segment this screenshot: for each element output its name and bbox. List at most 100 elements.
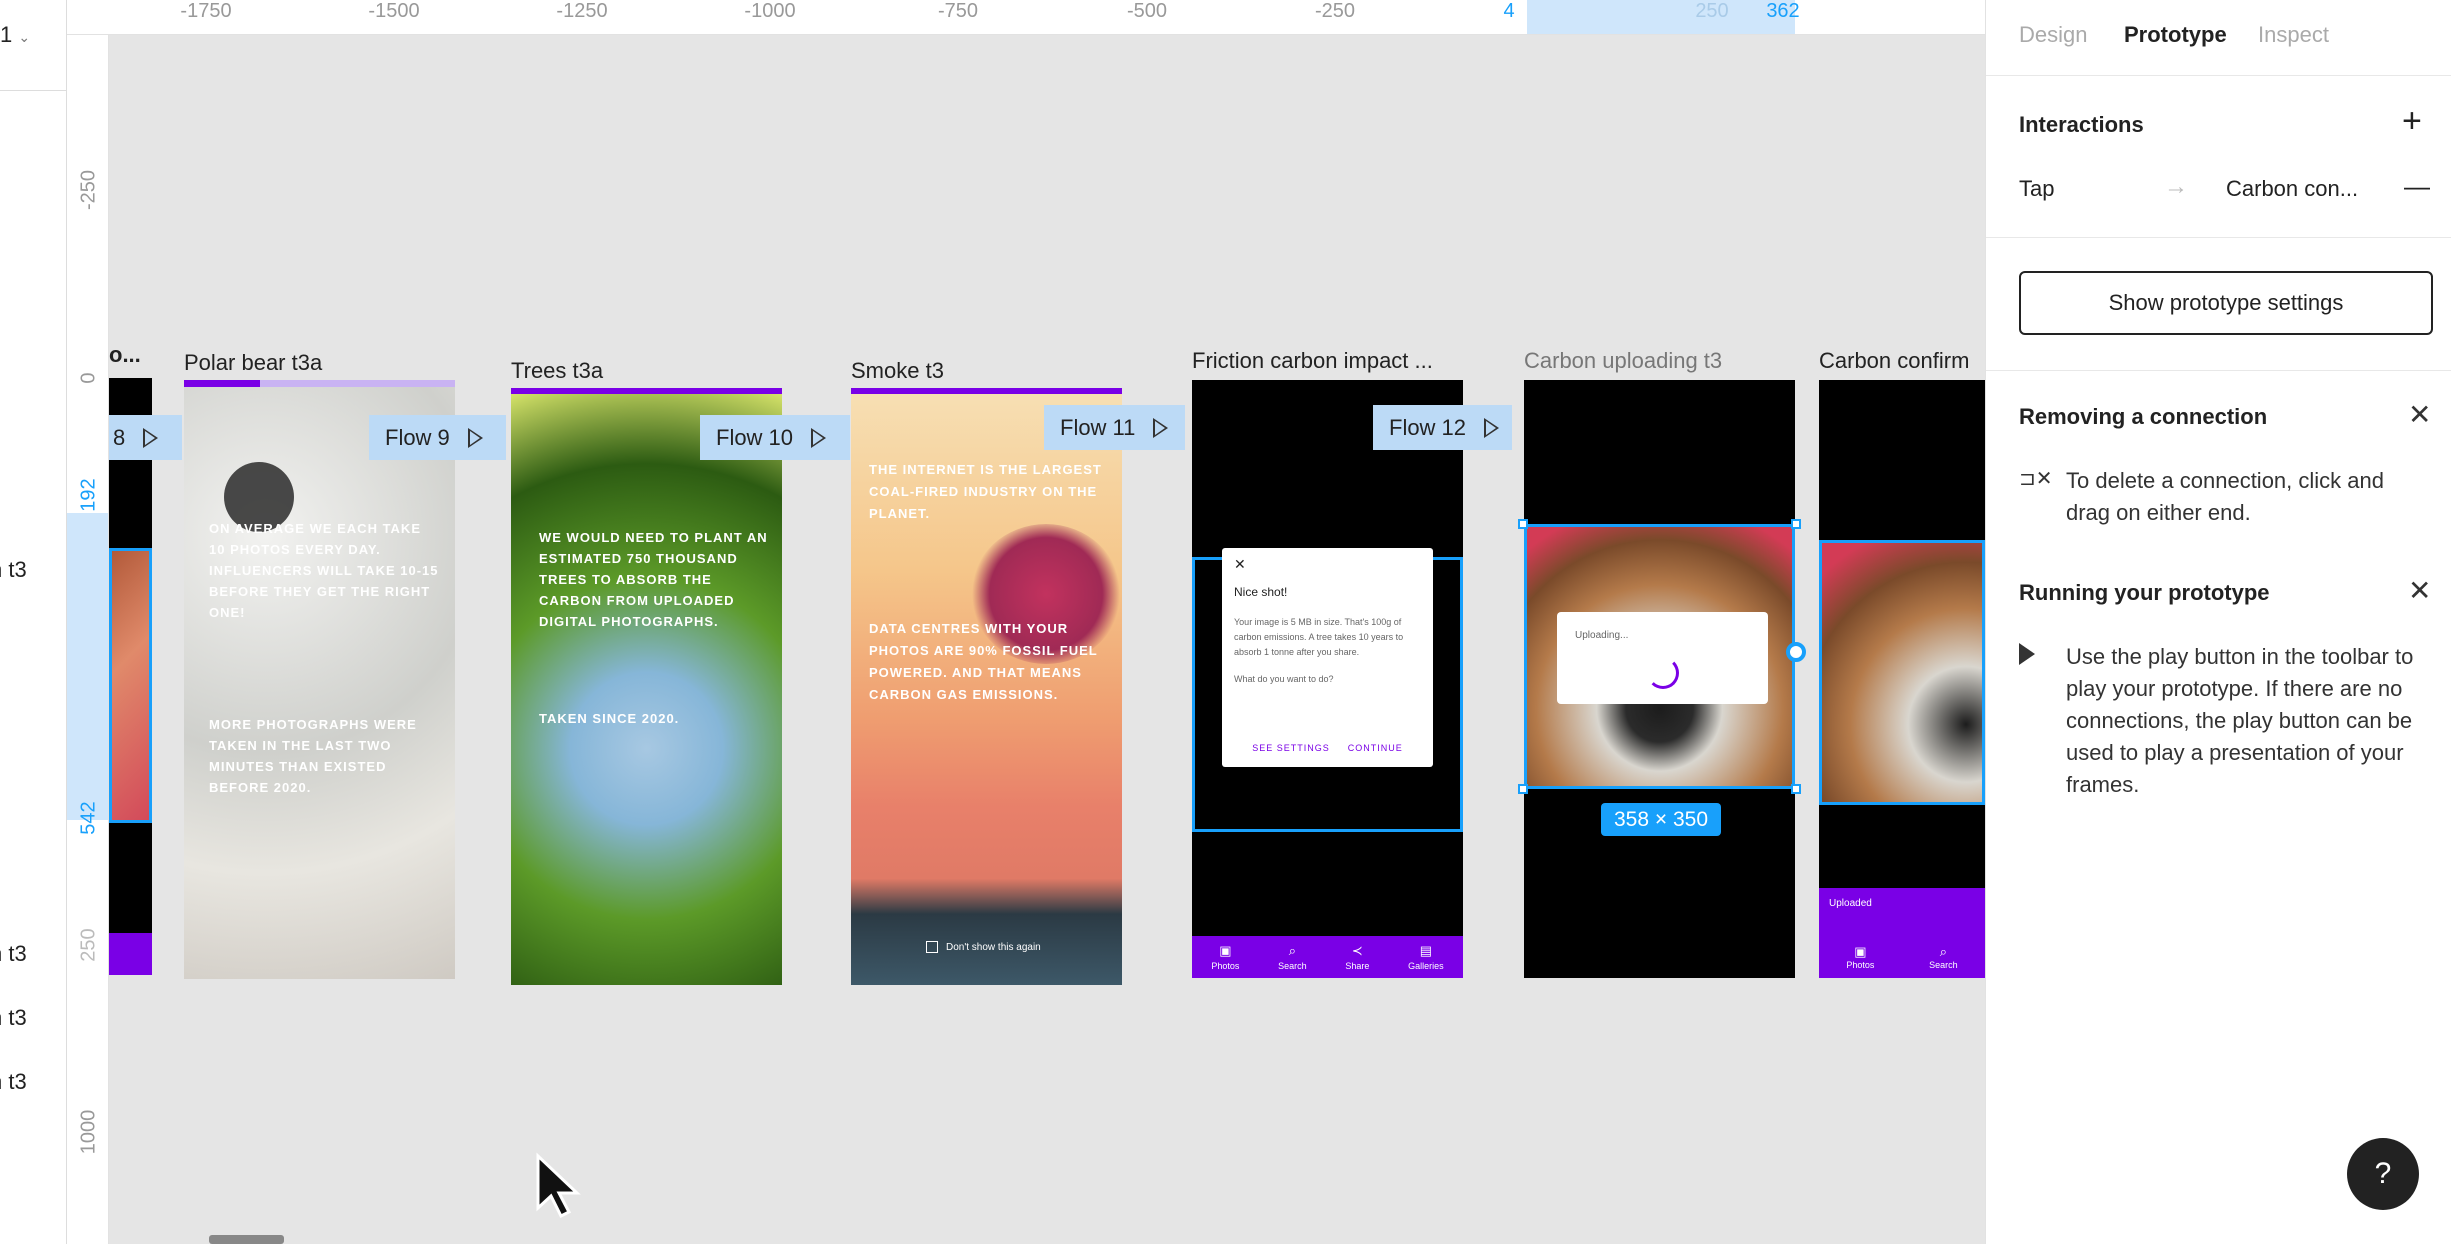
frame-friction[interactable]: ✕ Nice shot! Your image is 5 MB in size.…	[1192, 380, 1463, 978]
progress-bar	[184, 380, 455, 387]
tab-prototype[interactable]: Prototype	[2124, 22, 2227, 48]
remove-icon[interactable]: —	[2404, 171, 2430, 202]
tab-design[interactable]: Design	[2019, 22, 2087, 48]
add-icon[interactable]: +	[2402, 102, 2422, 141]
canvas[interactable]: o... 8 Polar bear t3a On average we each…	[109, 35, 1985, 1244]
play-icon[interactable]	[1484, 417, 1500, 438]
ruler-label: 250	[77, 928, 100, 962]
play-icon	[2019, 643, 2035, 665]
tab-inspect[interactable]: Inspect	[2258, 22, 2329, 48]
flow-label[interactable]: Flow 11	[1044, 405, 1185, 450]
flow-label[interactable]: Flow 12	[1373, 405, 1512, 450]
cursor-icon	[536, 1152, 581, 1219]
ruler-selection-end: 542	[77, 801, 100, 835]
uploaded-banner: Uploaded	[1819, 888, 1985, 936]
interaction-row[interactable]: Tap → Carbon con... —	[1986, 168, 2451, 208]
divider	[1986, 75, 2451, 76]
ruler-label: -1500	[368, 0, 420, 22]
frame-confirm[interactable]: Uploaded ▣ Photos ⌕ Search	[1819, 380, 1985, 978]
nav-photos[interactable]: ▣ Photos	[1846, 944, 1874, 970]
checkbox-icon[interactable]	[926, 941, 938, 953]
nav-galleries[interactable]: ▤ Galleries	[1408, 943, 1444, 971]
navbar: ▣ Photos ⌕ Search	[1819, 936, 1985, 978]
layer-item[interactable]: n t3	[0, 557, 27, 583]
divider	[1986, 237, 2451, 238]
play-icon[interactable]	[811, 427, 827, 448]
flow-label[interactable]: Flow 10	[700, 415, 850, 460]
connection-handle[interactable]	[1786, 642, 1806, 662]
dialog-question: What do you want to do?	[1234, 674, 1334, 684]
page-selector[interactable]: 1 ⌄	[0, 22, 30, 48]
search-icon: ⌕	[1288, 943, 1297, 958]
frame-title[interactable]: Carbon confirm	[1819, 348, 1969, 374]
removing-connection-text: To delete a connection, click and drag o…	[2066, 468, 2384, 525]
ruler-label: -750	[937, 0, 979, 22]
layers-panel: 1 ⌄ n t3 n t3 n t3 n t3	[0, 0, 67, 1244]
scrollbar[interactable]	[209, 1235, 284, 1244]
removing-connection-title: Removing a connection	[2019, 404, 2268, 429]
divider	[1986, 370, 2451, 371]
page-number: 1	[0, 22, 13, 47]
dog-photo	[1819, 540, 1985, 805]
fact-text: Taken since 2020.	[539, 711, 680, 726]
dialog-body: Your image is 5 MB in size. That's 100g …	[1234, 617, 1404, 657]
running-prototype-title: Running your prototype	[2019, 580, 2270, 605]
ruler-label: -500	[1126, 0, 1168, 22]
flow-name: Flow 12	[1389, 414, 1467, 440]
layer-item[interactable]: n t3	[0, 1005, 27, 1031]
dont-show-checkbox[interactable]: Don't show this again	[926, 941, 1041, 953]
help-button[interactable]: ?	[2347, 1138, 2419, 1210]
frame-trees[interactable]: We would need to plant an estimated 750 …	[511, 394, 782, 985]
frame-title[interactable]: Trees t3a	[511, 358, 603, 384]
layer-item[interactable]: n t3	[0, 1069, 27, 1095]
flow-name: Flow 11	[1060, 414, 1136, 440]
frame-title[interactable]: Friction carbon impact ...	[1192, 348, 1433, 374]
arrow-right-icon: →	[2164, 173, 2188, 200]
frame-title[interactable]: o...	[109, 342, 141, 368]
flow-name: 8	[113, 424, 126, 450]
nav-photos[interactable]: ▣ Photos	[1211, 943, 1239, 971]
dialog-title: Nice shot!	[1234, 585, 1288, 599]
selected-dog-photo[interactable]: Uploading...	[1524, 524, 1795, 789]
flow-label[interactable]: Flow 9	[369, 415, 506, 460]
trigger-label[interactable]: Tap	[2019, 176, 2054, 202]
uploaded-label: Uploaded	[1829, 898, 1872, 909]
frame-polar-bear[interactable]: On average we each take 10 photos every …	[184, 387, 455, 979]
frame-title[interactable]: Polar bear t3a	[184, 350, 322, 376]
frame-title[interactable]: Carbon uploading t3	[1524, 348, 1722, 374]
ruler-label: 1000	[77, 1109, 100, 1155]
flow-name: Flow 10	[716, 424, 794, 450]
flow-label[interactable]: 8	[109, 415, 182, 460]
see-settings-button[interactable]: SEE SETTINGS	[1252, 743, 1330, 753]
nav-share[interactable]: ≺ Share	[1345, 943, 1369, 971]
resize-handle[interactable]	[1791, 784, 1801, 794]
close-icon[interactable]: ✕	[2408, 398, 2431, 431]
frame-partial[interactable]	[109, 378, 152, 975]
fact-text: On average we each take 10 photos every …	[209, 521, 439, 620]
resize-handle[interactable]	[1518, 519, 1528, 529]
show-prototype-settings-button[interactable]: Show prototype settings	[2019, 271, 2433, 335]
close-icon[interactable]: ✕	[1234, 556, 1421, 573]
galleries-icon: ▤	[1419, 943, 1433, 958]
resize-handle[interactable]	[1791, 519, 1801, 529]
destination-label[interactable]: Carbon con...	[2226, 176, 2358, 202]
ruler-label: 0	[77, 372, 100, 384]
continue-button[interactable]: CONTINUE	[1348, 743, 1403, 753]
spinner-icon	[1647, 657, 1679, 689]
navbar: ▣ Photos ⌕ Search ≺ Share ▤ Galleries	[1192, 936, 1463, 978]
search-icon: ⌕	[1939, 944, 1948, 959]
play-icon[interactable]	[143, 427, 159, 448]
running-prototype-text: Use the play button in the toolbar to pl…	[2066, 644, 2414, 797]
nav-search[interactable]: ⌕ Search	[1278, 943, 1307, 971]
close-icon[interactable]: ✕	[2408, 574, 2431, 607]
divider	[0, 90, 66, 91]
frame-title[interactable]: Smoke t3	[851, 358, 944, 384]
layer-item[interactable]: n t3	[0, 941, 27, 967]
frame-smoke[interactable]: The internet is the largest coal-fired i…	[851, 394, 1122, 985]
ruler-label: -250	[1314, 0, 1356, 22]
play-icon[interactable]	[1153, 417, 1169, 438]
nav-search[interactable]: ⌕ Search	[1929, 944, 1958, 970]
play-icon[interactable]	[467, 427, 483, 448]
fact-text: We would need to plant an estimated 750 …	[539, 530, 768, 629]
resize-handle[interactable]	[1518, 784, 1528, 794]
